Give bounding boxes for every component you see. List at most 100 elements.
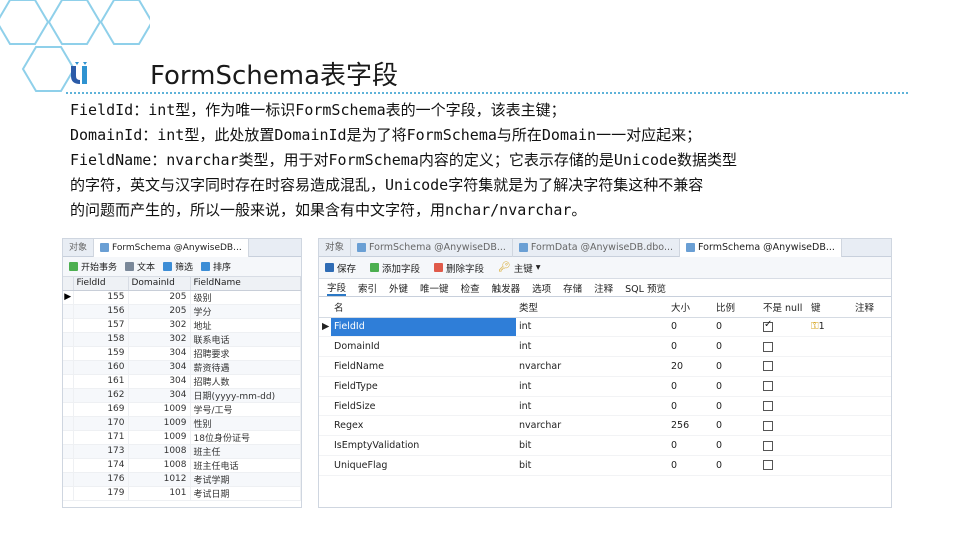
- cell-comment[interactable]: [852, 455, 891, 476]
- table-row[interactable]: FieldSize int 0 0: [319, 396, 891, 417]
- cell-size[interactable]: 0: [668, 396, 713, 417]
- cell-key[interactable]: [808, 435, 852, 457]
- cell-type[interactable]: bit: [516, 455, 668, 476]
- cell-fieldname[interactable]: 联系电话: [190, 332, 301, 347]
- begin-transaction-button[interactable]: 开始事务: [69, 260, 117, 273]
- row-marker[interactable]: [319, 336, 331, 358]
- row-marker[interactable]: [319, 356, 331, 377]
- table-row[interactable]: ▶ 155 205 级别: [63, 290, 301, 305]
- cell-fieldid[interactable]: 162: [73, 388, 129, 403]
- row-marker[interactable]: [319, 415, 331, 437]
- cell-domainid[interactable]: 302: [128, 318, 191, 333]
- cell-comment[interactable]: [852, 356, 891, 377]
- column-header-scale[interactable]: 比例: [713, 297, 760, 318]
- cell-domainid[interactable]: 205: [128, 290, 191, 305]
- row-marker[interactable]: [319, 396, 331, 417]
- cell-domainid[interactable]: 1008: [128, 458, 191, 473]
- cell-fieldname[interactable]: 招聘要求: [190, 346, 301, 361]
- tab-formschema-data[interactable]: FormSchema @AnywiseDB...: [351, 239, 513, 257]
- cell-size[interactable]: 20: [668, 356, 713, 377]
- cell-scale[interactable]: 0: [713, 376, 760, 397]
- delete-field-button[interactable]: 删除字段: [434, 261, 484, 275]
- table-row[interactable]: 170 1009 性别: [63, 416, 301, 431]
- row-marker[interactable]: [63, 486, 74, 501]
- table-row[interactable]: 176 1012 考试学期: [63, 472, 301, 487]
- cell-fieldname[interactable]: 考试日期: [190, 486, 301, 501]
- cell-comment[interactable]: [852, 317, 891, 338]
- row-marker[interactable]: [63, 332, 74, 347]
- cell-type[interactable]: nvarchar: [516, 356, 668, 377]
- cell-domainid[interactable]: 1009: [128, 416, 191, 431]
- cell-fieldname[interactable]: 日期(yyyy-mm-dd): [190, 388, 301, 403]
- cell-fieldid[interactable]: 173: [73, 444, 129, 459]
- cell-comment[interactable]: [852, 415, 891, 437]
- subtab-item[interactable]: 注释: [594, 281, 613, 295]
- cell-fieldname[interactable]: 学分: [190, 304, 301, 319]
- table-row[interactable]: ▶FieldIdint00⚿1: [319, 317, 891, 338]
- cell-size[interactable]: 0: [668, 336, 713, 358]
- cell-fieldname[interactable]: 考试学期: [190, 472, 301, 487]
- tab-objects[interactable]: 对象: [63, 239, 95, 257]
- cell-type[interactable]: int: [516, 396, 668, 417]
- subtab-item[interactable]: 选项: [532, 281, 551, 295]
- table-row[interactable]: IsEmptyValidation bit 0 0: [319, 435, 891, 457]
- table-row[interactable]: Regex nvarchar 256 0: [319, 415, 891, 437]
- cell-size[interactable]: 256: [668, 415, 713, 437]
- cell-comment[interactable]: [852, 376, 891, 397]
- row-marker[interactable]: [63, 416, 74, 431]
- cell-scale[interactable]: 0: [713, 415, 760, 437]
- row-marker[interactable]: [319, 455, 331, 476]
- cell-fieldname[interactable]: 招聘人数: [190, 374, 301, 389]
- cell-not-null[interactable]: [760, 396, 808, 417]
- cell-name[interactable]: FieldName: [331, 356, 516, 377]
- cell-name[interactable]: Regex: [331, 415, 516, 437]
- filter-button[interactable]: 筛选: [163, 260, 193, 273]
- cell-scale[interactable]: 0: [713, 455, 760, 476]
- cell-fieldname[interactable]: 级别: [190, 290, 301, 305]
- not-null-checkbox[interactable]: [763, 381, 773, 392]
- column-header-fieldname[interactable]: FieldName: [190, 277, 301, 291]
- cell-fieldid[interactable]: 174: [73, 458, 129, 473]
- tab-formschema[interactable]: FormSchema @AnywiseDB...: [94, 239, 249, 257]
- row-marker[interactable]: [63, 374, 74, 389]
- not-null-checkbox[interactable]: [763, 341, 773, 352]
- subtab-item[interactable]: 触发器: [492, 281, 521, 295]
- row-marker[interactable]: [63, 346, 74, 361]
- table-row[interactable]: 173 1008 班主任: [63, 444, 301, 459]
- cell-comment[interactable]: [852, 435, 891, 457]
- cell-not-null[interactable]: [760, 356, 808, 377]
- cell-fieldname[interactable]: 班主任: [190, 444, 301, 459]
- cell-key[interactable]: [808, 396, 852, 417]
- cell-not-null[interactable]: [760, 455, 808, 476]
- table-row[interactable]: FieldType int 0 0: [319, 376, 891, 397]
- row-marker[interactable]: ▶: [63, 290, 74, 305]
- cell-size[interactable]: 0: [668, 435, 713, 457]
- row-marker[interactable]: [63, 472, 74, 487]
- cell-domainid[interactable]: 304: [128, 388, 191, 403]
- cell-domainid[interactable]: 304: [128, 374, 191, 389]
- cell-fieldid[interactable]: 156: [73, 304, 129, 319]
- cell-type[interactable]: int: [516, 317, 668, 338]
- cell-fieldid[interactable]: 158: [73, 332, 129, 347]
- row-marker[interactable]: [63, 444, 74, 459]
- cell-name[interactable]: FieldId: [331, 317, 516, 338]
- table-row[interactable]: UniqueFlag bit 0 0: [319, 455, 891, 476]
- cell-comment[interactable]: [852, 396, 891, 417]
- row-marker[interactable]: [63, 318, 74, 333]
- cell-scale[interactable]: 0: [713, 317, 760, 338]
- cell-scale[interactable]: 0: [713, 435, 760, 457]
- cell-key[interactable]: [808, 376, 852, 397]
- cell-fieldid[interactable]: 159: [73, 346, 129, 361]
- row-marker[interactable]: [63, 360, 74, 375]
- cell-fieldname[interactable]: 性别: [190, 416, 301, 431]
- cell-key[interactable]: ⚿1: [808, 317, 852, 338]
- cell-type[interactable]: int: [516, 376, 668, 397]
- cell-fieldid[interactable]: 176: [73, 472, 129, 487]
- save-button[interactable]: 保存: [325, 261, 356, 275]
- cell-domainid[interactable]: 1008: [128, 444, 191, 459]
- cell-fieldname[interactable]: 学号/工号: [190, 402, 301, 417]
- cell-domainid[interactable]: 302: [128, 332, 191, 347]
- not-null-checkbox[interactable]: [763, 361, 773, 372]
- table-row[interactable]: 169 1009 学号/工号: [63, 402, 301, 417]
- sort-button[interactable]: 排序: [201, 260, 231, 273]
